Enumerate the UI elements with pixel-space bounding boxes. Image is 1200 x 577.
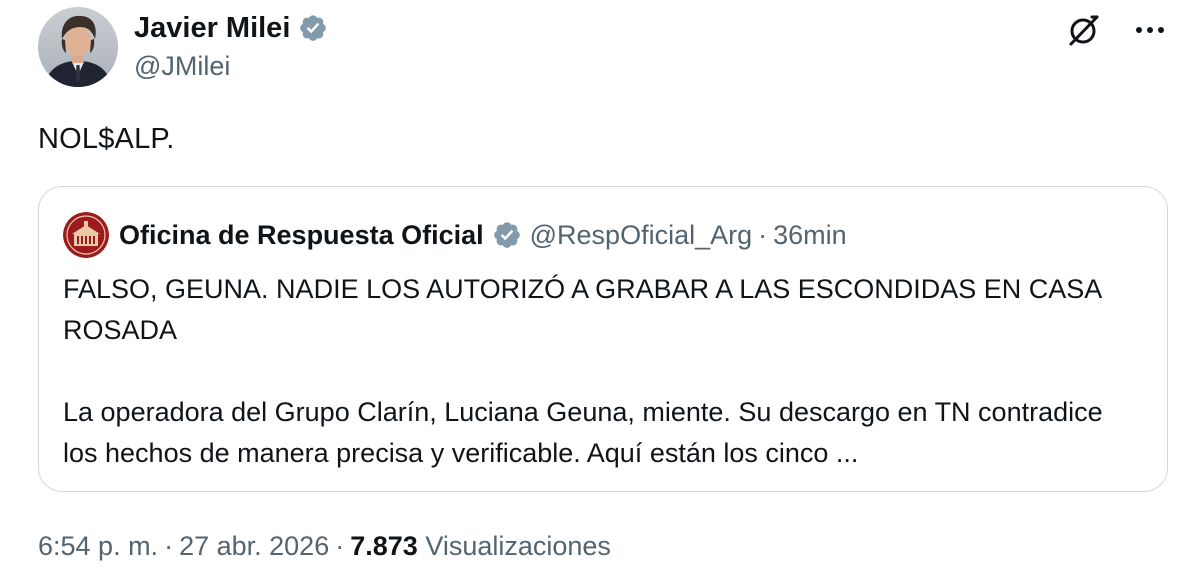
grok-icon[interactable] xyxy=(1064,10,1104,50)
quoted-timestamp[interactable]: 36min xyxy=(773,220,847,251)
author-avatar-image xyxy=(38,7,118,87)
verified-badge-icon[interactable] xyxy=(298,13,328,43)
meta-separator: · xyxy=(335,531,345,561)
quoted-body-paragraph-2: La operadora del Grupo Clarín, Luciana G… xyxy=(63,397,1103,468)
header-actions xyxy=(1064,10,1170,50)
author-handle[interactable]: @JMilei xyxy=(134,48,230,84)
author-name-row: Javier Milei xyxy=(134,8,328,48)
tweet-meta: 6:54 p. m. · 27 abr. 2026 · 7.873 Visualizac… xyxy=(38,524,611,568)
quoted-verified-badge-icon[interactable] xyxy=(492,220,522,250)
views-count: 7.873 xyxy=(350,531,418,561)
quoted-tweet-header: Oficina de Respuesta Oficial @RespOficia… xyxy=(63,212,847,258)
tweet-text: NOL$ALP. xyxy=(38,123,175,155)
author-name[interactable]: Javier Milei xyxy=(134,8,290,48)
views-label: Visualizaciones xyxy=(425,531,611,561)
quoted-tweet-body: FALSO, GEUNA. NADIE LOS AUTORIZÓ A GRABA… xyxy=(63,269,1143,474)
quoted-author-avatar[interactable] xyxy=(63,212,109,258)
quoted-author-name[interactable]: Oficina de Respuesta Oficial xyxy=(119,220,484,251)
tweet-date[interactable]: 27 abr. 2026 xyxy=(179,531,329,561)
quoted-body-paragraph-1: FALSO, GEUNA. NADIE LOS AUTORIZÓ A GRABA… xyxy=(63,274,1101,345)
author-avatar[interactable] xyxy=(38,7,118,87)
quoted-separator: · xyxy=(758,219,768,250)
tweet: Javier Milei @JMilei NOL$ALP. Oficina de… xyxy=(0,0,1200,577)
quoted-author-handle[interactable]: @RespOficial_Arg xyxy=(530,220,753,251)
more-dots-icon[interactable] xyxy=(1130,10,1170,50)
meta-separator: · xyxy=(164,531,174,561)
quoted-tweet[interactable]: Oficina de Respuesta Oficial @RespOficia… xyxy=(38,186,1168,492)
tweet-time[interactable]: 6:54 p. m. xyxy=(38,531,158,561)
